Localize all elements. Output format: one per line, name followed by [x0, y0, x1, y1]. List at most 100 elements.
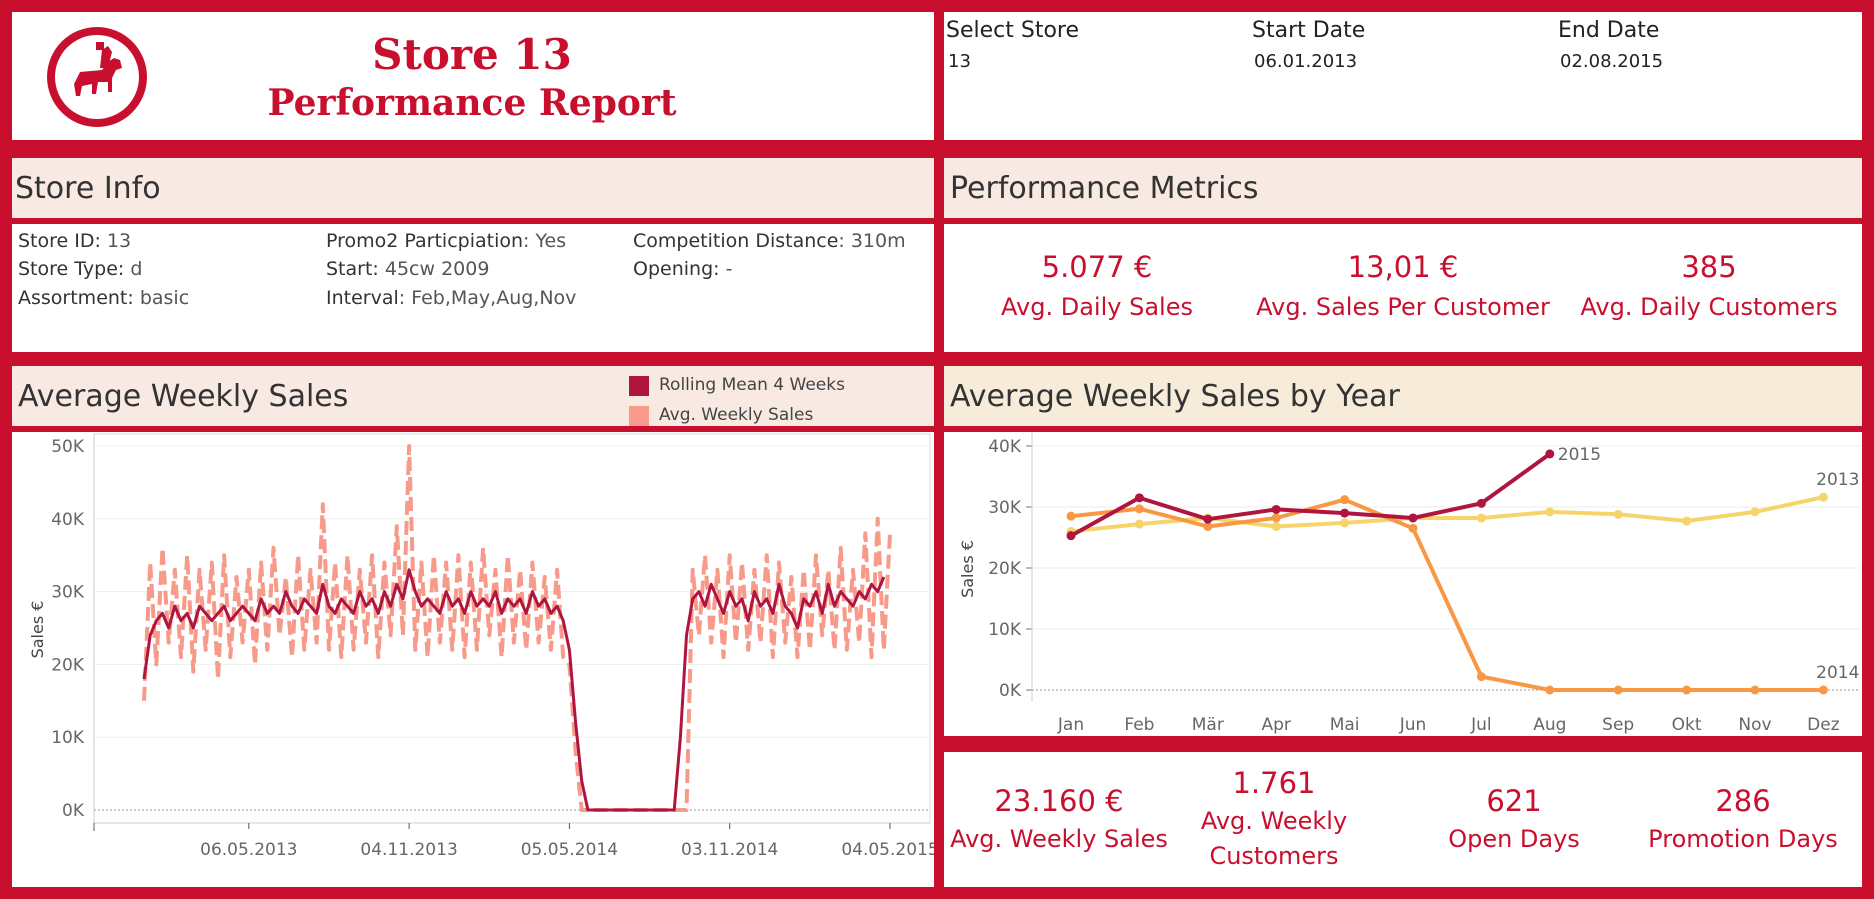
series-2013-point [1545, 507, 1555, 517]
series-avg-weekly-sales [142, 444, 892, 812]
y-tick-label: 50K [51, 437, 85, 457]
series-2013-point [1682, 516, 1692, 526]
kpi-avg-daily-sales-value: 5.077 € [1041, 250, 1153, 284]
y-axis-label: Sales € [958, 540, 977, 598]
kpi-avg-daily-sales-label: Avg. Daily Sales [1001, 293, 1193, 321]
series-2015-point [1271, 504, 1281, 514]
kpi-avg-daily-customers-value: 385 [1681, 250, 1737, 284]
series-label-2015: 2015 [1558, 445, 1601, 465]
x-tick-label: Jan [1057, 715, 1084, 735]
legend-label-weekly: Avg. Weekly Sales [659, 405, 814, 425]
metrics-header: Performance Metrics [944, 158, 1862, 218]
weekly-sales-title: Average Weekly Sales [18, 378, 349, 414]
competition-label: Competition Distance [633, 230, 839, 252]
opening-value: - [725, 258, 733, 280]
series-2014-point [1818, 685, 1828, 695]
x-tick-label: 03.11.2014 [681, 840, 778, 860]
kpi-sales-per-customer-label: Avg. Sales Per Customer [1256, 293, 1550, 321]
kpi-promotion-days-value: 286 [1715, 784, 1771, 818]
competition-row: Competition Distance: 310m [633, 230, 906, 252]
series-2015-point [1476, 498, 1486, 508]
weekly-sales-chart-panel: 0K 10K 20K 30K 40K 50K 06.05.2013 04.11.2013 05.… [12, 432, 934, 887]
store-filter-label: Select Store [946, 18, 1080, 43]
by-year-header: Average Weekly Sales by Year [944, 366, 1862, 426]
kpi-avg-daily-customers-label: Avg. Daily Customers [1580, 293, 1838, 321]
series-2014-point [1066, 511, 1076, 521]
promo-start-row: Start: 45cw 2009 [326, 258, 489, 280]
start-date-input[interactable]: 06.01.2013 [1254, 51, 1357, 72]
series-2015-point [1203, 514, 1213, 524]
y-tick-label: 0K [999, 681, 1022, 701]
series-2013-line [1070, 495, 1824, 534]
x-tick-label: Aug [1533, 715, 1566, 735]
x-tick-label: Sep [1602, 715, 1634, 735]
kpi-open-days-label: Open Days [1448, 825, 1580, 853]
x-tick-label: Feb [1124, 715, 1154, 735]
end-date-input[interactable]: 02.08.2015 [1560, 51, 1663, 72]
promo2-row: Promo2 Particpiation: Yes [326, 230, 566, 252]
kpi-avg-weekly-sales-value: 23.160 € [994, 784, 1124, 818]
series-2015-point [1545, 449, 1555, 459]
metrics-panel: 5.077 € Avg. Daily Sales 13,01 € Avg. Sa… [944, 224, 1862, 352]
x-tick-label: Jun [1399, 715, 1427, 735]
y-tick-label: 10K [988, 620, 1022, 640]
series-2015-point [1340, 508, 1350, 518]
interval-label: Interval [326, 287, 399, 309]
y-axis-label: Sales € [28, 601, 47, 659]
y-tick-label: 20K [988, 559, 1022, 579]
x-tick-label: Nov [1738, 715, 1771, 735]
y-tick-label: 20K [51, 655, 85, 675]
interval-row: Interval: Feb,May,Aug,Nov [326, 287, 576, 309]
series-2013-point [1818, 492, 1828, 502]
x-tick-label: Mai [1330, 715, 1360, 735]
store-id-label: Store ID: [18, 230, 101, 252]
series-2015-point [1134, 493, 1144, 503]
metrics-title: Performance Metrics [950, 170, 1259, 206]
promo2-label: Promo2 Particpiation [326, 230, 524, 252]
report-title-store: Store 13 [372, 30, 572, 79]
bottom-kpi-panel: 23.160 € Avg. Weekly Sales 1.761 Avg. We… [944, 752, 1862, 887]
series-2014-point [1545, 685, 1555, 695]
store-filter-select[interactable]: 13 [948, 51, 971, 72]
series-2014-point [1271, 513, 1281, 523]
legend-swatch-rolling [629, 376, 649, 396]
y-tick-label: 40K [51, 510, 85, 530]
series-2013-point [1750, 507, 1760, 517]
weekly-sales-header: Average Weekly Sales Rolling Mean 4 Week… [12, 366, 934, 426]
store-id-value: 13 [106, 230, 132, 252]
store-info-title: Store Info [15, 170, 161, 206]
series-2013-point [1613, 509, 1623, 519]
report-title-subtitle: Performance Report [267, 82, 677, 124]
series-2015-point [1066, 531, 1076, 541]
assortment-row: Assortment: basic [18, 287, 189, 309]
series-2014-point [1682, 685, 1692, 695]
store-info-panel: Store ID: 13 Store Type: d Assortment: b… [12, 224, 934, 352]
y-tick-label: 30K [988, 498, 1022, 518]
series-2013-point [1271, 522, 1281, 532]
kpi-avg-weekly-customers-value: 1.761 [1232, 766, 1316, 800]
x-tick-label: 05.05.2014 [521, 840, 618, 860]
kpi-sales-per-customer-value: 13,01 € [1347, 250, 1459, 284]
series-2014-line [1070, 497, 1824, 692]
series-2014-point [1613, 685, 1623, 695]
series-2013-point [1134, 519, 1144, 529]
competition-value: : 310m [838, 230, 906, 252]
store-type-row: Store Type: d [18, 258, 142, 280]
start-date-label: Start Date [1252, 18, 1366, 43]
store-type-label: Store Type: [18, 258, 125, 280]
by-year-title: Average Weekly Sales by Year [950, 378, 1400, 414]
x-tick-label: 04.05.2015 [841, 840, 934, 860]
x-tick-label: Dez [1807, 715, 1840, 735]
x-tick-label: Jul [1470, 715, 1492, 735]
y-tick-label: 10K [51, 728, 85, 748]
series-rolling-mean [142, 568, 886, 812]
series-2014-point [1750, 685, 1760, 695]
kpi-promotion-days-label: Promotion Days [1648, 825, 1838, 853]
series-2015-point [1408, 513, 1418, 523]
promo-start-value: 45cw 2009 [384, 258, 490, 280]
kpi-avg-weekly-sales-label: Avg. Weekly Sales [950, 825, 1168, 853]
y-tick-label: 40K [988, 437, 1022, 457]
kpi-open-days-value: 621 [1486, 784, 1542, 818]
series-2013-point [1476, 513, 1486, 523]
title-panel: Store 13 Performance Report [12, 12, 934, 140]
